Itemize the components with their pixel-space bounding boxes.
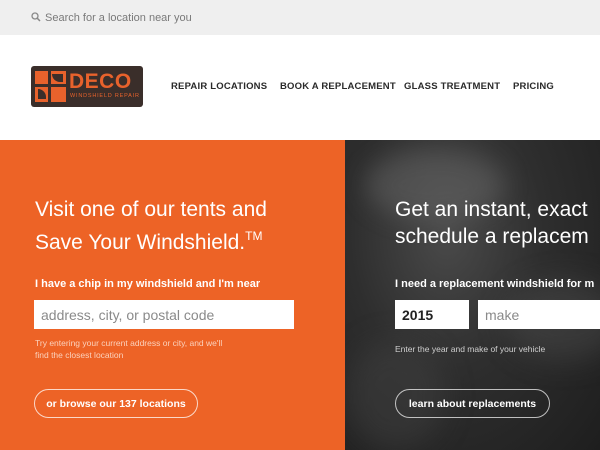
replacement-hero-panel: Get an instant, exact schedule a replace… [345, 140, 600, 450]
repair-hero-panel: Visit one of our tents and Save Your Win… [0, 140, 345, 450]
search-icon [31, 12, 41, 22]
nav-repair-locations[interactable]: REPAIR LOCATIONS [171, 81, 267, 92]
replacement-hero-title: Get an instant, exact schedule a replace… [395, 198, 589, 248]
logo-tagline: WINDSHIELD REPAIR [70, 93, 140, 99]
deco-logo[interactable]: DECO WINDSHIELD REPAIR [31, 66, 143, 107]
browse-locations-button[interactable]: or browse our 137 locations [34, 389, 198, 418]
location-search-input[interactable] [45, 8, 445, 27]
vehicle-year-input[interactable] [395, 300, 469, 329]
logo-wordmark: DECO [69, 70, 132, 93]
top-search-bar [0, 0, 600, 35]
nav-book-a-replacement[interactable]: BOOK A REPLACEMENT [280, 81, 396, 92]
nav-glass-treatment[interactable]: GLASS TREATMENT [404, 81, 500, 92]
nav-pricing[interactable]: PRICING [513, 81, 554, 92]
vehicle-make-input[interactable] [478, 300, 600, 329]
learn-about-replacements-button[interactable]: learn about replacements [395, 389, 550, 418]
logo-mark-icon [35, 71, 66, 102]
site-header: DECO WINDSHIELD REPAIR REPAIR LOCATIONS … [0, 35, 600, 140]
chip-label: I have a chip in my windshield and I'm n… [35, 278, 261, 290]
repair-hero-title: Visit one of our tents and Save Your Win… [35, 198, 267, 254]
replacement-label: I need a replacement windshield for m [395, 278, 595, 290]
address-hint: Try entering your current address or cit… [35, 338, 223, 360]
vehicle-hint: Enter the year and make of your vehicle [395, 344, 546, 354]
address-input[interactable] [34, 300, 294, 329]
